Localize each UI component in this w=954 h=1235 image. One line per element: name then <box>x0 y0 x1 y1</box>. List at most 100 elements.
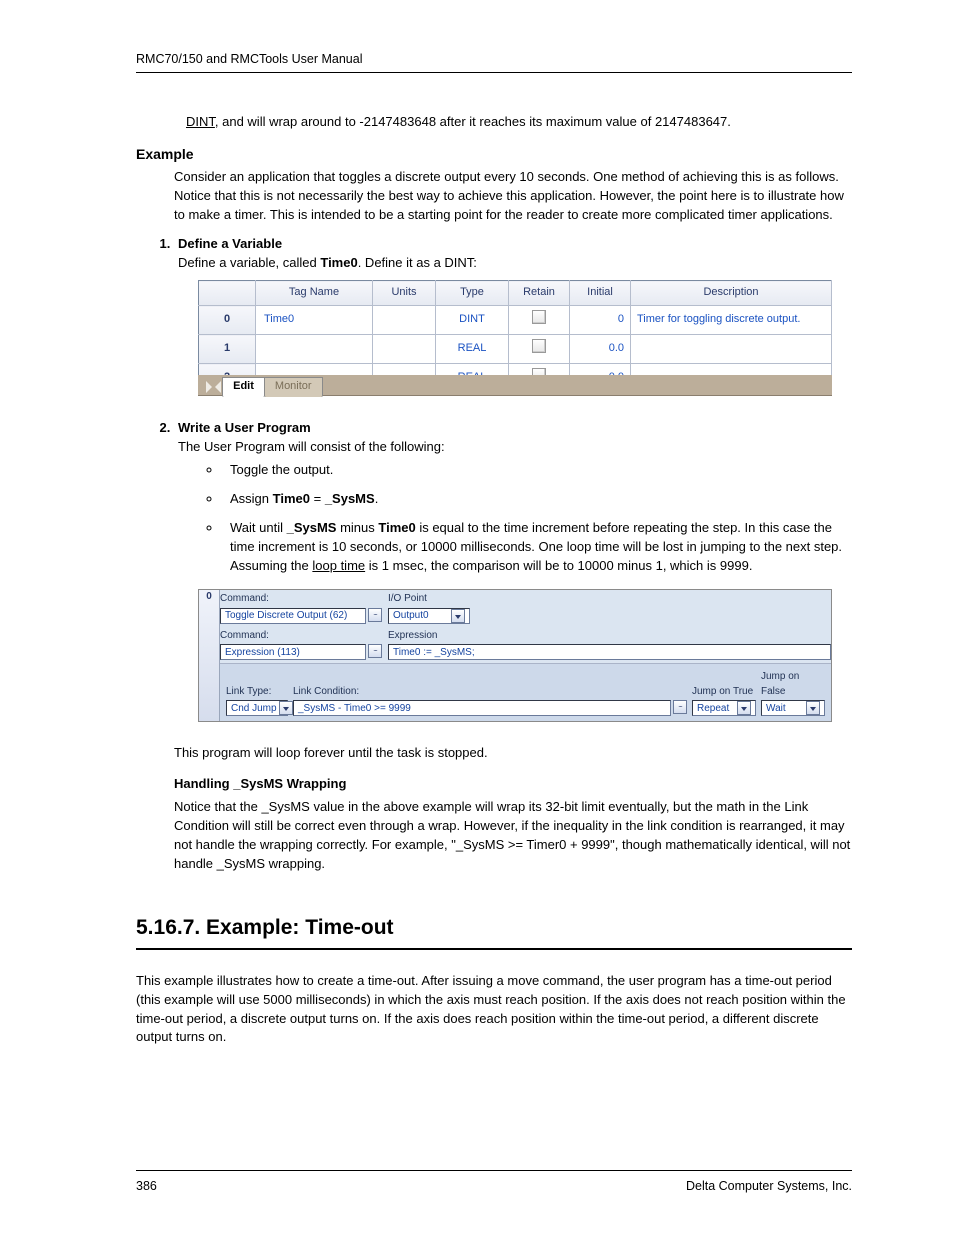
section-rule <box>136 948 852 950</box>
step2-bullets: Toggle the output. Assign Time0 = _SysMS… <box>222 461 852 575</box>
row1-idx: 1 <box>199 335 256 364</box>
hdr-initial: Initial <box>570 281 631 306</box>
step1-bold: Time0 <box>320 255 357 270</box>
row0-idx: 0 <box>199 306 256 335</box>
var-row-1[interactable]: 1 REAL 0.0 <box>199 335 832 364</box>
step-write-user-program: Write a User Program The User Program wi… <box>174 419 852 722</box>
b3-b1: _SysMS <box>287 520 337 535</box>
chevron-down-icon[interactable] <box>451 609 465 623</box>
chevron-down-icon[interactable] <box>279 701 293 715</box>
row1-tagname[interactable] <box>256 335 373 364</box>
b2-bold1: Time0 <box>273 491 310 506</box>
row1-initial[interactable]: 0.0 <box>570 335 631 364</box>
step1-title: Define a Variable <box>178 236 282 251</box>
running-head: RMC70/150 and RMCTools User Manual <box>136 50 852 68</box>
wrapping-body: Notice that the _SysMS value in the abov… <box>174 798 852 873</box>
footer-rule <box>136 1170 852 1171</box>
company-name: Delta Computer Systems, Inc. <box>686 1177 852 1195</box>
b2-mid: = <box>310 491 325 506</box>
jump-on-false-value: Wait <box>766 701 786 716</box>
row0-initial[interactable]: 0 <box>570 306 631 335</box>
lbl-expression: Expression <box>388 629 831 644</box>
header-rule <box>136 72 852 73</box>
var-header-row: Tag Name Units Type Retain Initial Descr… <box>199 281 832 306</box>
hdr-tagname: Tag Name <box>256 281 373 306</box>
section-5-16-7-title: 5.16.7. Example: Time-out <box>136 913 852 943</box>
example-intro: Consider an application that toggles a d… <box>174 168 852 225</box>
link-condition-browse-button[interactable] <box>673 700 687 714</box>
dint-link[interactable]: DINT <box>186 114 215 129</box>
lbl-jump-on-false: Jump on False <box>761 670 825 699</box>
user-program-figure: 0 Command: Toggle Discrete Output (62) <box>198 589 832 722</box>
b2-bold2: _SysMS <box>325 491 375 506</box>
link-condition-field[interactable]: _SysMS - Time0 >= 9999 <box>293 700 671 716</box>
program-step-number: 0 <box>199 590 220 721</box>
jump-on-false-combo[interactable]: Wait <box>761 700 825 716</box>
page-number: 386 <box>136 1177 157 1195</box>
lbl-iopoint: I/O Point <box>388 592 470 607</box>
iopoint-value: Output0 <box>393 608 429 623</box>
b3-pre: Wait until <box>230 520 287 535</box>
var-row-0[interactable]: 0 Time0 DINT 0 Timer for toggling discre… <box>199 306 832 335</box>
command-2-browse-button[interactable] <box>368 644 382 658</box>
wrapping-heading: Handling _SysMS Wrapping <box>174 775 852 794</box>
checkbox-icon[interactable] <box>532 310 546 324</box>
step-define-variable: Define a Variable Define a variable, cal… <box>174 235 852 398</box>
step1-post: . Define it as a DINT: <box>358 255 477 270</box>
b3-mid1: minus <box>336 520 378 535</box>
row1-desc[interactable] <box>631 335 832 364</box>
row1-retain[interactable] <box>509 335 570 364</box>
chevron-down-icon[interactable] <box>806 701 820 715</box>
checkbox-icon[interactable] <box>532 339 546 353</box>
link-type-value: Cnd Jump <box>231 701 277 716</box>
hdr-idx <box>199 281 256 306</box>
bullet-toggle: Toggle the output. <box>222 461 852 480</box>
lead-fragment-text: , and will wrap around to -2147483648 af… <box>215 114 731 129</box>
row0-tagname[interactable]: Time0 <box>256 306 373 335</box>
tab-strip: EditMonitor <box>198 375 832 396</box>
bullet-assign: Assign Time0 = _SysMS. <box>222 490 852 509</box>
hdr-units: Units <box>373 281 436 306</box>
hdr-desc: Description <box>631 281 832 306</box>
tab-edit[interactable]: Edit <box>222 377 265 397</box>
command-1-combo[interactable]: Toggle Discrete Output (62) <box>220 608 366 624</box>
command-2-combo[interactable]: Expression (113) <box>220 644 366 660</box>
lbl-command-1: Command: <box>220 592 382 607</box>
link-type-combo[interactable]: Cnd Jump <box>226 700 288 716</box>
chevron-down-icon[interactable] <box>737 701 751 715</box>
lbl-link-type: Link Type: <box>226 685 288 700</box>
lbl-command-2: Command: <box>220 629 382 644</box>
example-heading: Example <box>136 144 852 164</box>
b2-pre: Assign <box>230 491 273 506</box>
link-row: Link Type: Cnd Jump Link Condition: _Sys… <box>220 663 831 721</box>
step1-body: Define a variable, called Time0. Define … <box>178 255 477 270</box>
step2-lead: The User Program will consist of the fol… <box>178 439 445 454</box>
loop-forever-sentence: This program will loop forever until the… <box>174 744 852 763</box>
row0-retain[interactable] <box>509 306 570 335</box>
lbl-link-condition: Link Condition: <box>293 685 687 700</box>
expression-field[interactable]: Time0 := _SysMS; <box>388 644 831 660</box>
loop-time-link[interactable]: loop time <box>312 558 365 573</box>
bullet-wait: Wait until _SysMS minus Time0 is equal t… <box>222 519 852 576</box>
row0-units[interactable] <box>373 306 436 335</box>
tab-scroll-right-icon[interactable] <box>215 381 221 393</box>
hdr-retain: Retain <box>509 281 570 306</box>
row1-units[interactable] <box>373 335 436 364</box>
jump-on-true-value: Repeat <box>697 701 729 716</box>
command-1-value: Toggle Discrete Output (62) <box>225 608 347 623</box>
b2-post: . <box>375 491 379 506</box>
jump-on-true-combo[interactable]: Repeat <box>692 700 756 716</box>
tab-monitor[interactable]: Monitor <box>264 377 323 397</box>
b3-b2: Time0 <box>378 520 415 535</box>
tab-scroll-left-icon[interactable] <box>206 381 212 393</box>
page-footer: 386 Delta Computer Systems, Inc. <box>136 1170 852 1195</box>
command-1-browse-button[interactable] <box>368 608 382 622</box>
b3-rest2: is 1 msec, the comparison will be to 100… <box>365 558 752 573</box>
hdr-type: Type <box>436 281 509 306</box>
iopoint-combo[interactable]: Output0 <box>388 608 470 624</box>
row0-type[interactable]: DINT <box>436 306 509 335</box>
row1-type[interactable]: REAL <box>436 335 509 364</box>
row0-desc[interactable]: Timer for toggling discrete output. <box>631 306 832 335</box>
lbl-jump-on-true: Jump on True <box>692 685 756 700</box>
variable-grid: Tag Name Units Type Retain Initial Descr… <box>198 280 832 376</box>
